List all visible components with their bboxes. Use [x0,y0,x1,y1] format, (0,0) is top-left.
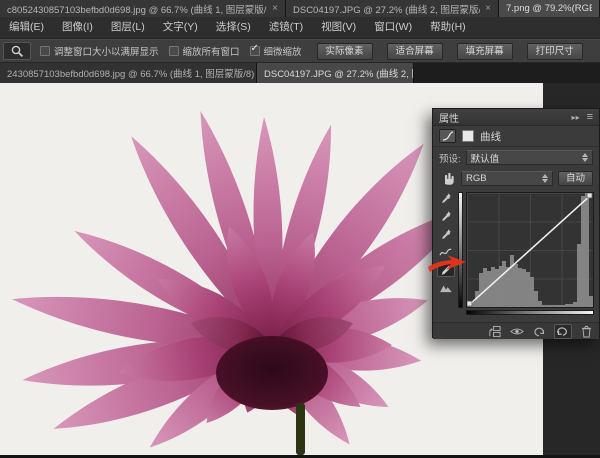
options-bar: 调整窗口大小以满屏显示 缩放所有窗口 ✓ 细微缩放 实际像素适合屏幕填充屏幕打印尺寸 [0,39,600,63]
window-tab-label: DSC04197.JPG @ 27.2% (曲线 2, 图层蒙版/8) * [293,2,480,16]
annotation-arrow [427,250,473,276]
menu-item-3[interactable]: 图层(L) [102,17,154,38]
document-tab[interactable]: 2430857103befbd0d698.jpg @ 66.7% (曲线 1, … [0,63,257,83]
updown-arrows-icon [582,153,588,162]
preset-row: 预设: 默认值 [433,147,599,168]
options-button-1[interactable]: 实际像素 [317,43,373,60]
hand-icon [441,171,454,185]
gray-point-eyedropper-icon[interactable] [437,208,455,223]
layer-mask-thumbnail[interactable] [462,130,474,142]
checkmark-icon: ✓ [251,43,259,54]
window-tab[interactable]: 7.png @ 79.2%(RGB [499,0,600,17]
options-button-3[interactable]: 填充屏幕 [457,43,513,60]
options-button-4[interactable]: 打印尺寸 [527,43,583,60]
option-checkbox-row: 缩放所有窗口 [169,44,240,58]
curve-line [467,193,593,307]
collapse-panel-icon[interactable]: ▸▸ [572,113,580,122]
smooth-curve-icon[interactable] [437,280,455,295]
channel-value: RGB [466,173,487,184]
options-button-2[interactable]: 适合屏幕 [387,43,443,60]
adjustment-name: 曲线 [480,129,501,144]
preset-select[interactable]: 默认值 [466,150,593,165]
menu-item-2[interactable]: 图像(I) [53,17,102,38]
preset-label: 预设: [439,151,461,165]
menu-item-1[interactable]: 编辑(E) [0,17,53,38]
menu-item-6[interactable]: 滤镜(T) [260,17,312,38]
document-tab[interactable]: DSC04197.JPG @ 27.2% (曲线 2, 图层蒙版/8) *× [257,63,414,83]
window-tab[interactable]: c8052430857103befbd0d698.jpg @ 66.7% (曲线… [0,0,286,17]
checkbox[interactable] [169,46,179,56]
reset-arrow-icon[interactable] [533,326,545,337]
close-tab-icon[interactable]: × [272,3,278,14]
adjustment-header: 曲线 [433,126,599,147]
window-tab[interactable]: DSC04197.JPG @ 27.2% (曲线 2, 图层蒙版/8) * × [286,0,499,17]
menu-bar: 编辑(E)图像(I)图层(L)文字(Y)选择(S)滤镜(T)视图(V)窗口(W)… [0,17,600,39]
panel-title: 属性 [439,110,565,125]
options-checkboxes: 调整窗口大小以满屏显示 缩放所有窗口 ✓ 细微缩放 [40,44,302,58]
checkbox[interactable] [40,46,50,56]
option-checkbox-row: ✓ 细微缩放 [250,44,302,58]
clip-to-layer-icon[interactable] [488,325,501,338]
option-checkbox-row: 调整窗口大小以满屏显示 [40,44,159,58]
photoshop-window: c8052430857103befbd0d698.jpg @ 66.7% (曲线… [0,0,600,458]
document-tab-label: DSC04197.JPG @ 27.2% (曲线 2, 图层蒙版/8) * [264,66,414,80]
auto-button[interactable]: 自动 [558,171,593,186]
menu-item-9[interactable]: 帮助(H) [421,17,475,38]
options-buttons: 实际像素适合屏幕填充屏幕打印尺寸 [317,43,583,60]
menu-item-4[interactable]: 文字(Y) [154,17,207,38]
menu-item-5[interactable]: 选择(S) [207,17,260,38]
menu-item-7[interactable]: 视图(V) [312,17,365,38]
channel-row: RGB 自动 [433,168,599,188]
preset-value: 默认值 [471,151,500,165]
close-tab-icon[interactable]: × [485,3,491,14]
document-tab-bar: 2430857103befbd0d698.jpg @ 66.7% (曲线 1, … [0,63,600,83]
checkbox-label: 缩放所有窗口 [183,44,240,58]
curve-tool-column [435,190,456,295]
panel-menu-icon[interactable]: ≡ [587,111,593,123]
checkbox-label: 细微缩放 [264,44,302,58]
checkbox[interactable]: ✓ [250,46,260,56]
properties-panel: 属性 ▸▸ ≡ 曲线 预设: 默认值 RGB [432,108,600,338]
zoom-tool-button[interactable] [3,42,31,60]
panel-bottom-bar [433,322,599,339]
white-point-eyedropper-icon[interactable] [437,226,455,241]
curve-grid[interactable] [466,192,594,308]
channel-select[interactable]: RGB [461,171,553,186]
window-tab-label: c8052430857103befbd0d698.jpg @ 66.7% (曲线… [7,2,267,16]
previous-state-eye-icon[interactable] [510,326,524,337]
checkbox-label: 调整窗口大小以满屏显示 [54,44,159,58]
delete-adjustment-icon[interactable] [581,325,592,338]
magnifier-icon [10,44,24,58]
curves-adjustment-icon [439,129,456,143]
document-tab-label: 2430857103befbd0d698.jpg @ 66.7% (曲线 1, … [7,66,257,80]
panel-title-bar[interactable]: 属性 ▸▸ ≡ [433,109,599,126]
updown-arrows-icon [542,174,548,183]
targeted-adjustment-tool[interactable] [438,171,456,185]
toggle-visibility-icon[interactable] [554,324,572,339]
input-gradient-bar [466,310,594,315]
menu-item-8[interactable]: 窗口(W) [365,17,421,38]
window-tab-label: 7.png @ 79.2%(RGB [506,3,592,14]
window-tab-bar: c8052430857103befbd0d698.jpg @ 66.7% (曲线… [0,0,600,17]
black-point-eyedropper-icon[interactable] [437,190,455,205]
